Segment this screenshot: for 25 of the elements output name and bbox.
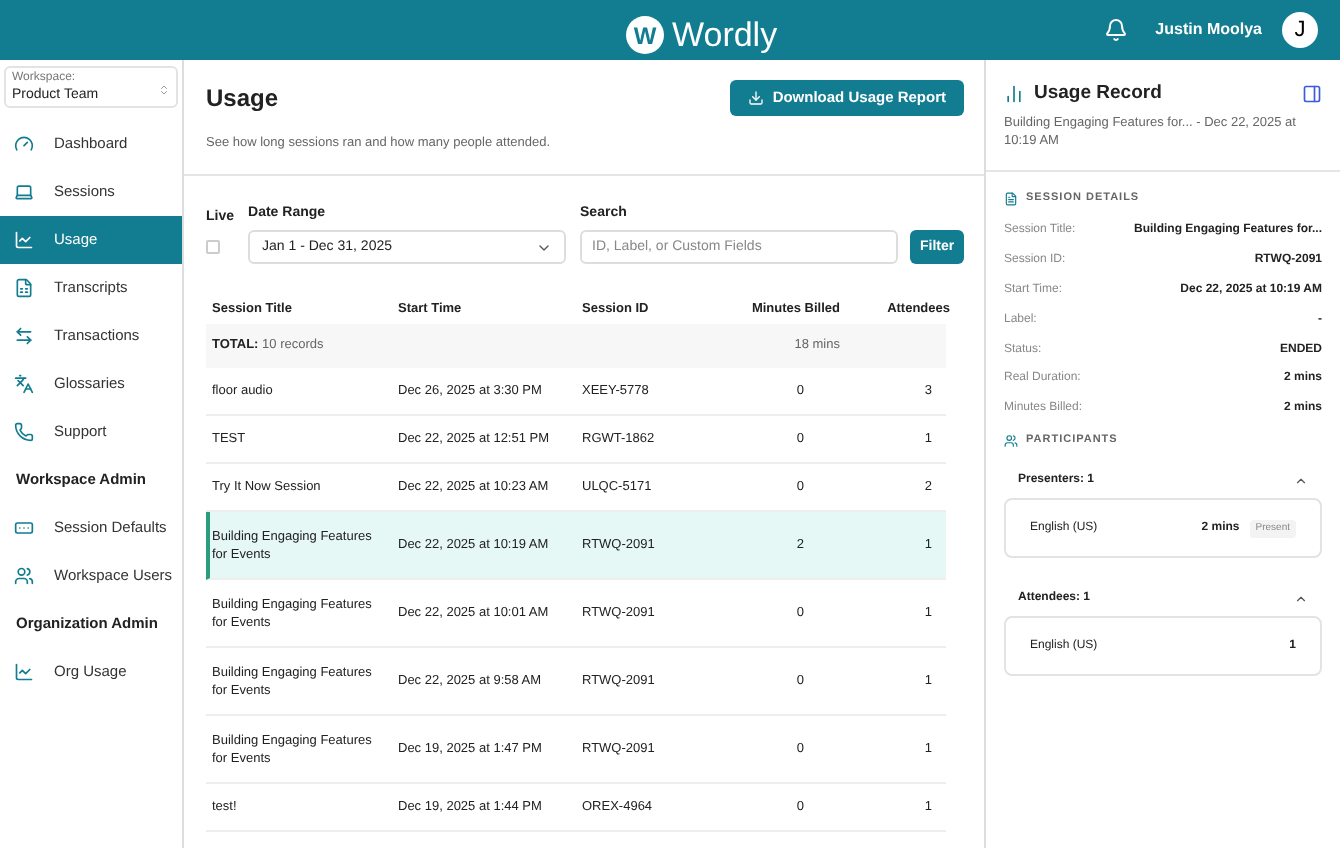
live-checkbox[interactable] [206,240,220,255]
download-icon [748,90,765,106]
chevron-up-icon [1294,591,1308,606]
gauge-icon [14,134,34,154]
page-title: Usage [206,82,279,116]
keyboard-icon [14,518,34,538]
panel-title: Usage Record [1034,80,1162,108]
chevron-up-icon [1294,473,1308,488]
users-icon [1004,433,1018,448]
translate-icon [14,374,34,394]
logo-text: Wordly [672,14,778,58]
phone-icon [14,422,34,442]
user-avatar[interactable]: J [1282,12,1318,48]
document-icon [14,278,34,298]
arrows-icon [14,326,34,346]
users-icon [14,566,34,586]
line-chart-icon [14,230,34,250]
logo-icon: W [626,16,664,55]
bar-chart-icon [1004,84,1024,105]
user-name[interactable]: Justin Moolya [1155,18,1262,42]
notifications-icon[interactable] [1103,18,1128,42]
line-chart-icon [14,662,34,682]
panel-toggle-icon[interactable] [1302,84,1322,105]
laptop-icon [14,182,34,202]
document-icon [1004,191,1018,206]
